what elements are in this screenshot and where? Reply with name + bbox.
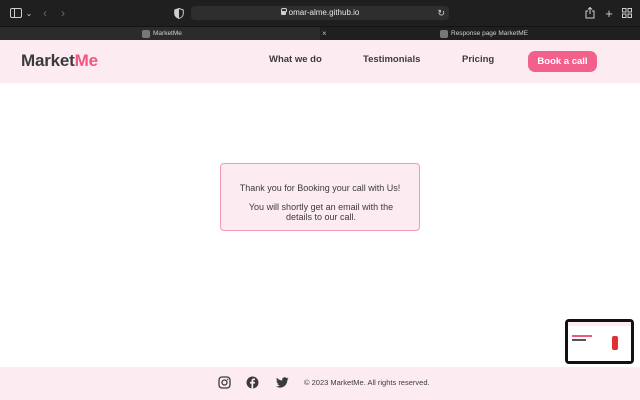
share-icon[interactable] [584, 6, 596, 20]
tab-title: MarketMe [153, 30, 182, 37]
sidebar-toggle-icon[interactable] [10, 8, 22, 18]
browser-toolbar: ⌄ ‹ › omar-alme.github.io ↻ + [0, 0, 640, 26]
nav-pricing[interactable]: Pricing [462, 54, 494, 65]
instagram-icon[interactable] [218, 376, 231, 389]
main-content: Thank you for Booking your call with Us!… [0, 83, 640, 367]
nav-testimonials[interactable]: Testimonials [363, 54, 420, 65]
forward-arrow-icon[interactable]: › [58, 6, 68, 20]
facebook-icon[interactable] [246, 376, 259, 389]
new-tab-icon[interactable]: + [603, 6, 615, 21]
thumbnail-figure [612, 336, 618, 350]
logo-accent: Me [74, 51, 98, 70]
site-header: MarketMe What we do Testimonials Pricing… [0, 40, 640, 83]
lock-icon [280, 8, 288, 15]
thumbnail-header [568, 322, 631, 326]
chevron-down-icon[interactable]: ⌄ [24, 6, 34, 20]
thank-you-message: Thank you for Booking your call with Us! [239, 183, 401, 193]
nav-what-we-do[interactable]: What we do [269, 54, 322, 65]
page-preview-thumbnail[interactable] [565, 319, 634, 364]
privacy-shield-icon[interactable] [173, 6, 185, 20]
book-a-call-button[interactable]: Book a call [528, 51, 597, 72]
thumbnail-line [572, 335, 592, 337]
address-bar[interactable]: omar-alme.github.io ↻ [191, 6, 449, 20]
url-text: omar-alme.github.io [288, 8, 360, 17]
twitter-icon[interactable] [276, 376, 289, 389]
back-arrow-icon[interactable]: ‹ [40, 6, 50, 20]
address-bar-text: omar-alme.github.io [191, 6, 449, 20]
logo-main: Market [21, 51, 75, 70]
thumbnail-line [572, 339, 586, 341]
site-footer: © 2023 MarketMe. All rights reserved. [0, 367, 640, 400]
email-notice-message: You will shortly get an email with the d… [248, 202, 394, 222]
reload-icon[interactable]: ↻ [437, 6, 445, 20]
tab-strip: MarketMe × Response page MarketME [0, 26, 640, 41]
copyright-text: © 2023 MarketMe. All rights reserved. [304, 378, 430, 387]
logo[interactable]: MarketMe [21, 51, 98, 71]
tab-title: Response page MarketME [451, 30, 528, 37]
close-tab-icon[interactable]: × [322, 27, 327, 41]
favicon-icon [440, 30, 448, 38]
favicon-icon [142, 30, 150, 38]
confirmation-card: Thank you for Booking your call with Us!… [220, 163, 420, 231]
tab-overview-icon[interactable] [621, 6, 633, 20]
tab-response-page[interactable]: × Response page MarketME [320, 27, 640, 41]
tab-marketme[interactable]: MarketMe [0, 27, 320, 41]
thumbnail-content [568, 322, 631, 361]
